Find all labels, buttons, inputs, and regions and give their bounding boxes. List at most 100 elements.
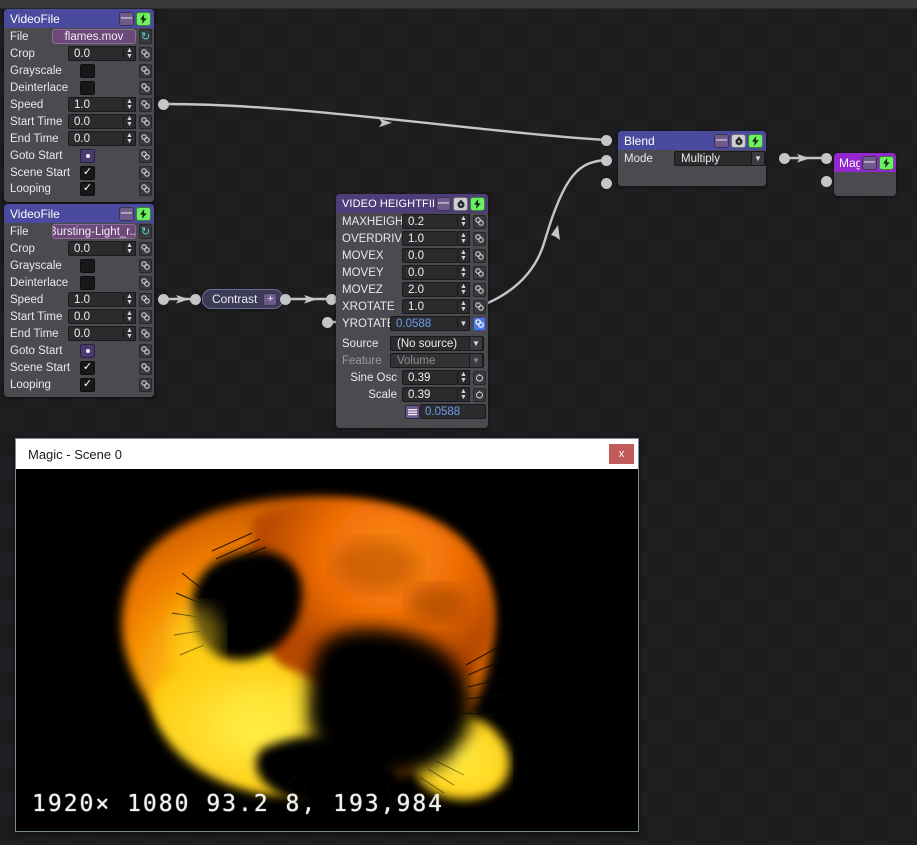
chevron-down-icon[interactable]: ▼ — [751, 151, 765, 166]
row-maxheight[interactable]: MAXHEIGHT 0.2 ▲▼ — [336, 213, 488, 230]
row-end-time[interactable]: End Time 0.0 ▲ ▼ — [4, 325, 154, 342]
row-speed[interactable]: Speed 1.0 ▲ ▼ — [4, 291, 154, 308]
link-icon[interactable] — [139, 360, 152, 375]
spinner-icon[interactable]: ▲ ▼ — [458, 231, 470, 246]
link-icon[interactable] — [139, 131, 152, 146]
spinner-icon[interactable]: ▲ ▼ — [458, 248, 470, 263]
looping-checkbox[interactable]: ✓ — [80, 181, 95, 196]
movex-value[interactable]: 0.0 — [402, 248, 458, 263]
link-icon[interactable] — [139, 114, 152, 129]
row-movex[interactable]: MOVEX 0.0 ▲ ▼ — [336, 247, 488, 264]
row-scene-start[interactable]: Scene Start ✓ — [4, 359, 154, 376]
close-icon[interactable]: x — [609, 444, 634, 464]
link-icon[interactable] — [139, 165, 152, 180]
clock-icon[interactable] — [453, 196, 468, 211]
spinner-icon[interactable]: ▲ ▼ — [124, 326, 136, 341]
row-source[interactable]: Source (No source) ▼ — [336, 335, 488, 352]
spinner-icon[interactable]: ▲ ▼ — [124, 241, 136, 256]
row-scale[interactable]: Scale 0.39 ▲ ▼ — [336, 386, 488, 403]
clock-icon[interactable] — [473, 387, 486, 402]
output-port-blend[interactable] — [779, 153, 790, 164]
file-button[interactable]: Bursting-Light_r... — [52, 224, 136, 239]
node-video-heightfield[interactable]: VIDEO HEIGHTFIELD+ — MAXHEIGHT 0.2 ▲▼ OV… — [336, 194, 488, 428]
row-movey[interactable]: MOVEY 0.0 ▲ ▼ — [336, 264, 488, 281]
link-icon[interactable] — [139, 63, 152, 78]
output-port-videofile-2[interactable] — [158, 294, 169, 305]
end-time-value[interactable]: 0.0 — [68, 131, 124, 146]
node-header[interactable]: VideoFile — — [4, 204, 154, 223]
minimize-icon[interactable]: — — [119, 11, 134, 26]
link-icon[interactable] — [139, 80, 152, 95]
looping-checkbox[interactable]: ✓ — [80, 377, 95, 392]
grayscale-checkbox[interactable] — [80, 258, 95, 273]
speed-value[interactable]: 1.0 — [68, 97, 124, 112]
row-scene-start[interactable]: Scene Start ✓ — [4, 164, 154, 181]
node-videofile-1[interactable]: VideoFile — File flames.mov ↻ Crop 0.0 ▲… — [4, 9, 154, 202]
link-icon[interactable] — [139, 326, 152, 341]
row-yrotate[interactable]: YROTATE 0.0588 ▼ — [336, 315, 488, 332]
chevron-down-icon[interactable]: ▼ — [469, 353, 483, 368]
start-time-value[interactable]: 0.0 — [68, 114, 124, 129]
link-icon-active[interactable] — [473, 316, 486, 331]
row-deinterlace[interactable]: Deinterlace — [4, 274, 154, 291]
row-goto-start[interactable]: Goto Start — [4, 342, 154, 359]
node-header[interactable]: Magic — — [834, 153, 896, 172]
input-port-blend-2[interactable] — [601, 155, 612, 166]
link-icon[interactable] — [139, 292, 152, 307]
node-header[interactable]: Blend — — [618, 131, 766, 150]
link-icon[interactable] — [139, 275, 152, 290]
equalizer-icon[interactable] — [405, 404, 420, 419]
spinner-icon[interactable]: ▲ ▼ — [124, 114, 136, 129]
goto-start-button[interactable] — [80, 148, 95, 163]
node-header[interactable]: VIDEO HEIGHTFIELD+ — — [336, 194, 488, 213]
sine-osc-value[interactable]: 0.39 — [402, 370, 458, 385]
clock-icon[interactable] — [473, 370, 486, 385]
row-mode[interactable]: Mode Multiply ▼ — [618, 150, 766, 167]
output-port-videofile-1[interactable] — [158, 99, 169, 110]
bolt-icon[interactable] — [136, 206, 151, 221]
scene-start-checkbox[interactable]: ✓ — [80, 360, 95, 375]
link-icon[interactable] — [473, 248, 486, 263]
row-overdrive[interactable]: OVERDRIVE 1.0 ▲▼ — [336, 230, 488, 247]
input-port-blend-1[interactable] — [601, 135, 612, 146]
yrotate-value[interactable]: 0.0588 — [390, 316, 458, 331]
deinterlace-checkbox[interactable] — [80, 275, 95, 290]
spinner-icon[interactable]: ▲ ▼ — [458, 214, 470, 229]
crop-value[interactable]: 0.0 — [68, 241, 124, 256]
spinner-icon[interactable]: ▲ ▼ — [458, 265, 470, 280]
row-sine-osc[interactable]: Sine Osc 0.39 ▲ ▼ — [336, 369, 488, 386]
chevron-down-icon[interactable]: ▼ — [458, 316, 470, 331]
movez-value[interactable]: 2.0 — [402, 282, 458, 297]
xrotate-value[interactable]: 1.0 — [402, 299, 458, 314]
start-time-value[interactable]: 0.0 — [68, 309, 124, 324]
preview-window[interactable]: Magic - Scene 0 x 1920× 1080 93.2 8, 193… — [15, 438, 639, 832]
input-port-magic-2[interactable] — [821, 176, 832, 187]
minimize-icon[interactable]: — — [436, 196, 451, 211]
wire-node-contrast-in[interactable] — [190, 294, 201, 305]
mode-select[interactable]: Multiply ▼ — [674, 151, 766, 166]
row-start-time[interactable]: Start Time 0.0 ▲ ▼ — [4, 308, 154, 325]
clock-icon[interactable] — [731, 133, 746, 148]
bolt-icon[interactable] — [136, 11, 151, 26]
link-icon[interactable] — [139, 46, 152, 61]
minimize-icon[interactable]: — — [119, 206, 134, 221]
spinner-icon[interactable]: ▲ ▼ — [458, 282, 470, 297]
row-speed[interactable]: Speed 1.0 ▲ ▼ — [4, 96, 154, 113]
scale-value[interactable]: 0.39 — [402, 387, 458, 402]
row-file[interactable]: File flames.mov ↻ — [4, 28, 154, 45]
chevron-down-icon[interactable]: ▼ — [469, 336, 483, 351]
link-icon[interactable] — [139, 309, 152, 324]
row-start-time[interactable]: Start Time 0.0 ▲ ▼ — [4, 113, 154, 130]
file-button[interactable]: flames.mov — [52, 29, 136, 44]
goto-start-button[interactable] — [80, 343, 95, 358]
spinner-icon[interactable]: ▲ ▼ — [458, 299, 470, 314]
input-port-blend-3[interactable] — [601, 178, 612, 189]
end-time-value[interactable]: 0.0 — [68, 326, 124, 341]
row-end-time[interactable]: End Time 0.0 ▲ ▼ — [4, 130, 154, 147]
link-icon[interactable] — [473, 299, 486, 314]
link-icon[interactable] — [473, 231, 486, 246]
row-grayscale[interactable]: Grayscale — [4, 62, 154, 79]
node-contrast[interactable]: Contrast + — [202, 289, 284, 309]
maxheight-value[interactable]: 0.2 — [402, 214, 458, 229]
row-movez[interactable]: MOVEZ 2.0 ▲ ▼ — [336, 281, 488, 298]
